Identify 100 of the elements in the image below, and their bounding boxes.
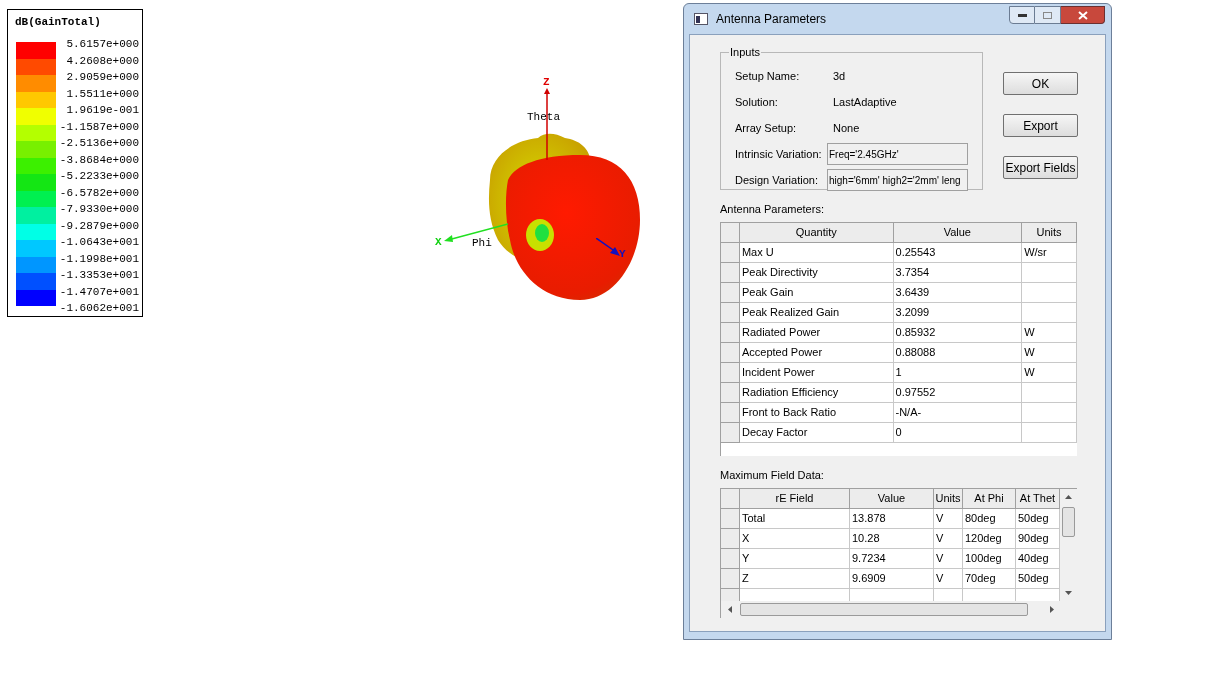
dialog-button[interactable]: Export Fields — [1003, 156, 1078, 179]
minimize-button[interactable] — [1009, 6, 1035, 24]
close-button[interactable] — [1061, 6, 1105, 24]
table-cell: 0.97552 — [893, 383, 1023, 403]
table-cell: Peak Realized Gain — [739, 303, 894, 323]
legend-value: 1.5511e+000 — [65, 86, 140, 102]
table-cell: W — [1022, 363, 1077, 383]
table-cell: V — [934, 549, 963, 569]
table-cell: Decay Factor — [739, 423, 894, 443]
table-cell: 3.6439 — [893, 283, 1023, 303]
column-header: Units — [934, 489, 963, 509]
table-cell: Total — [740, 509, 850, 529]
column-header: Value — [850, 489, 934, 509]
x-axis-label: X — [435, 236, 442, 248]
table-cell: Radiated Power — [739, 323, 894, 343]
scroll-down-icon — [1065, 591, 1072, 595]
table-cell — [1022, 263, 1077, 283]
legend-value: 5.6157e+000 — [65, 37, 140, 52]
table-cell: 0 — [893, 423, 1023, 443]
dialog-button[interactable]: OK — [1003, 72, 1078, 95]
table-cell: W/sr — [1022, 243, 1077, 263]
table-cell: 120deg — [963, 529, 1016, 549]
legend-value: 4.2608e+000 — [65, 53, 140, 69]
table-cell: V — [934, 529, 963, 549]
field-value: None — [833, 120, 860, 136]
table-cell: W — [1022, 323, 1077, 343]
table-cell: 0.88088 — [893, 343, 1023, 363]
table-cell: Peak Gain — [739, 283, 894, 303]
table-cell: 13.878 — [850, 509, 934, 529]
table-cell — [1022, 303, 1077, 323]
column-header: Units — [1022, 223, 1077, 243]
table-cell: X — [740, 529, 850, 549]
legend-value: -1.3353e+001 — [58, 268, 140, 283]
legend-value: 1.9619e-001 — [65, 103, 140, 118]
field-label: Array Setup: — [735, 120, 798, 136]
table-cell: 0.25543 — [893, 243, 1023, 263]
window-title: Antenna Parameters — [716, 11, 827, 28]
field-label: Solution: — [735, 94, 779, 110]
legend-title: dB(GainTotal) — [15, 15, 101, 29]
legend-value: -2.5136e+000 — [58, 136, 140, 151]
table-cell: Front to Back Ratio — [739, 403, 894, 423]
column-header: At Thet — [1016, 489, 1060, 509]
phi-label: Phi — [472, 237, 492, 249]
table-cell — [1022, 283, 1077, 303]
legend-value: -5.2233e+000 — [58, 169, 140, 184]
group-title: Inputs — [729, 46, 761, 58]
field-value: 3d — [833, 68, 846, 84]
table-cell: 9.7234 — [850, 549, 934, 569]
window-icon — [694, 13, 708, 25]
dialog-button[interactable]: Export — [1003, 114, 1078, 137]
legend-value: -6.5782e+000 — [58, 185, 140, 201]
table-cell: Incident Power — [739, 363, 894, 383]
legend-value: -3.8684e+000 — [58, 152, 140, 168]
table-cell — [1022, 403, 1077, 423]
table-cell: 10.28 — [850, 529, 934, 549]
variation-field[interactable]: high='6mm' high2='2mm' leng — [826, 169, 968, 191]
scroll-right-icon — [1050, 606, 1054, 613]
column-header: Quantity — [739, 223, 894, 243]
close-icon — [1077, 10, 1088, 20]
column-header: rE Field — [740, 489, 850, 509]
field-label: Design Variation: — [735, 172, 819, 188]
field-label: Setup Name: — [735, 68, 801, 84]
table-cell: 80deg — [963, 509, 1016, 529]
z-axis-label: Z — [543, 76, 550, 88]
table-cell: Max U — [739, 243, 894, 263]
y-axis-label: Y — [619, 248, 626, 260]
legend-value: -1.6062e+001 — [58, 301, 140, 316]
legend-value: -1.1998e+001 — [58, 251, 140, 267]
table-cell: -N/A- — [893, 403, 1023, 423]
table-cell: Accepted Power — [739, 343, 894, 363]
table-cell: Y — [740, 549, 850, 569]
variation-field[interactable]: Freq='2.45GHz' — [826, 143, 968, 165]
table-cell: 3.7354 — [893, 263, 1023, 283]
table-cell: Peak Directivity — [739, 263, 894, 283]
field-label: Intrinsic Variation: — [735, 146, 823, 162]
legend-value: -9.2879e+000 — [58, 218, 140, 234]
legend-value: 2.9059e+000 — [65, 70, 140, 85]
legend-value: -7.9330e+000 — [58, 202, 140, 217]
y-axis-arrow — [596, 238, 620, 256]
section-label: Antenna Parameters: — [720, 202, 825, 216]
scroll-up-icon — [1065, 495, 1072, 499]
legend-value: -1.0643e+001 — [58, 235, 140, 250]
table-cell: V — [934, 509, 963, 529]
table-cell: Radiation Efficiency — [739, 383, 894, 403]
column-header: Value — [893, 223, 1023, 243]
scroll-thumb[interactable] — [740, 603, 1028, 616]
legend-value: -1.4707e+001 — [58, 284, 140, 300]
table-cell — [1022, 423, 1077, 443]
table-cell: W — [1022, 343, 1077, 363]
table-cell: 3.2099 — [893, 303, 1023, 323]
table-cell — [1022, 383, 1077, 403]
column-header: At Phi — [963, 489, 1016, 509]
table-cell: 1 — [893, 363, 1023, 383]
table-cell: 0.85932 — [893, 323, 1023, 343]
table-cell: 100deg — [963, 549, 1016, 569]
legend-value: -1.1587e+000 — [58, 119, 140, 135]
field-value: LastAdaptive — [833, 94, 897, 110]
scroll-left-icon — [728, 606, 732, 613]
scroll-thumb[interactable] — [1062, 507, 1075, 537]
x-axis-arrow — [444, 222, 508, 244]
